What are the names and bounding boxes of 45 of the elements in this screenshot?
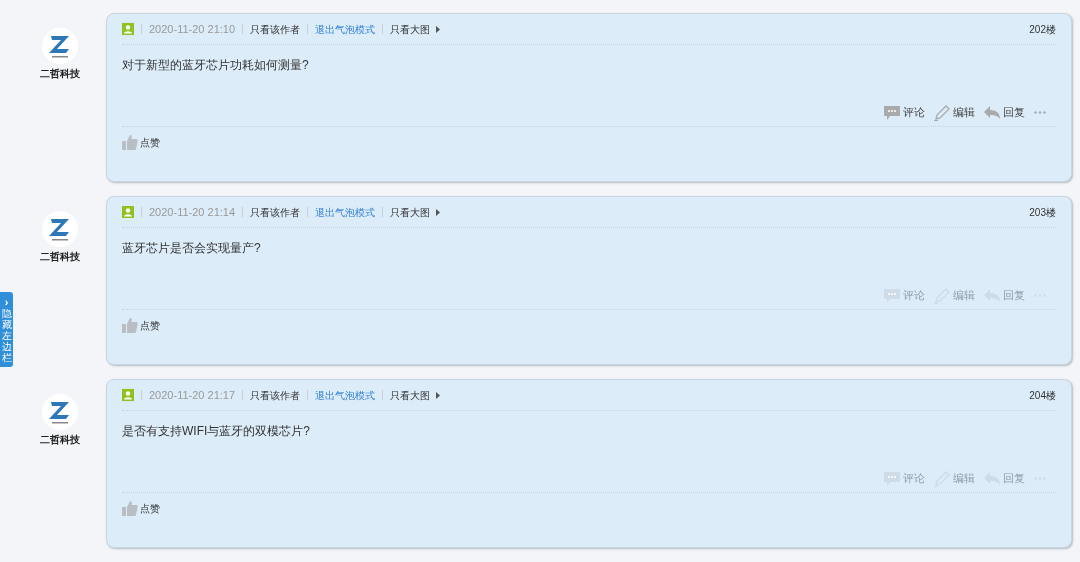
like-button[interactable]: 点赞 [122, 501, 160, 516]
link[interactable]: 只看该作者 [250, 21, 301, 37]
post-content: 对于新型的蓝牙芯片功耗如何测量? [122, 57, 310, 74]
caret-icon [436, 391, 441, 399]
link[interactable]: 退出气泡模式 [315, 21, 376, 37]
company-logo-icon [42, 28, 78, 64]
floor-number: 202楼 [1029, 22, 1056, 37]
company-logo-icon [42, 211, 78, 247]
post-time: 2020-11-20 21:10 [149, 21, 236, 37]
user-icon[interactable] [122, 389, 134, 401]
author-name[interactable]: 二哲科技 [40, 432, 80, 447]
edit-button[interactable]: 编辑 [934, 104, 975, 121]
post-time: 2020-11-20 21:14 [149, 204, 236, 220]
author-name[interactable]: 二哲科技 [40, 249, 80, 264]
link[interactable]: 退出气泡模式 [315, 204, 376, 220]
thumbs-up-icon [122, 501, 138, 516]
view-large-images-menu[interactable]: 只看大图 [390, 387, 441, 403]
user-icon[interactable] [122, 206, 134, 218]
company-logo-icon [42, 394, 78, 430]
caret-icon [436, 25, 441, 33]
link[interactable]: 只看该作者 [250, 204, 301, 220]
floor-number: 204楼 [1029, 388, 1056, 403]
link[interactable]: 只看该作者 [250, 387, 301, 403]
caret-icon [436, 208, 441, 216]
reply-button[interactable]: 回复 [984, 104, 1025, 121]
author-name[interactable]: 二哲科技 [40, 66, 80, 81]
comment-icon [884, 105, 900, 120]
more-icon[interactable] [1034, 111, 1046, 114]
comment-icon [884, 471, 900, 486]
link[interactable]: 退出气泡模式 [315, 387, 376, 403]
post-content: 是否有支持WIFI与蓝牙的双模芯片? [122, 423, 311, 440]
pencil-icon [934, 104, 950, 121]
post-content: 蓝牙芯片是否会实现量产? [122, 240, 262, 257]
thumbs-up-icon [122, 135, 138, 150]
like-button[interactable]: 点赞 [122, 135, 160, 150]
floor-number: 203楼 [1029, 205, 1056, 220]
like-button[interactable]: 点赞 [122, 318, 160, 333]
view-large-images-menu[interactable]: 只看大图 [390, 204, 441, 220]
comment-icon [884, 288, 900, 303]
view-large-images-menu[interactable]: 只看大图 [390, 21, 441, 37]
comment-button[interactable]: 评论 [884, 104, 925, 121]
thumbs-up-icon [122, 318, 138, 333]
post-time: 2020-11-20 21:17 [149, 387, 236, 403]
user-icon[interactable] [122, 23, 134, 35]
reply-arrow-icon [984, 105, 1000, 120]
